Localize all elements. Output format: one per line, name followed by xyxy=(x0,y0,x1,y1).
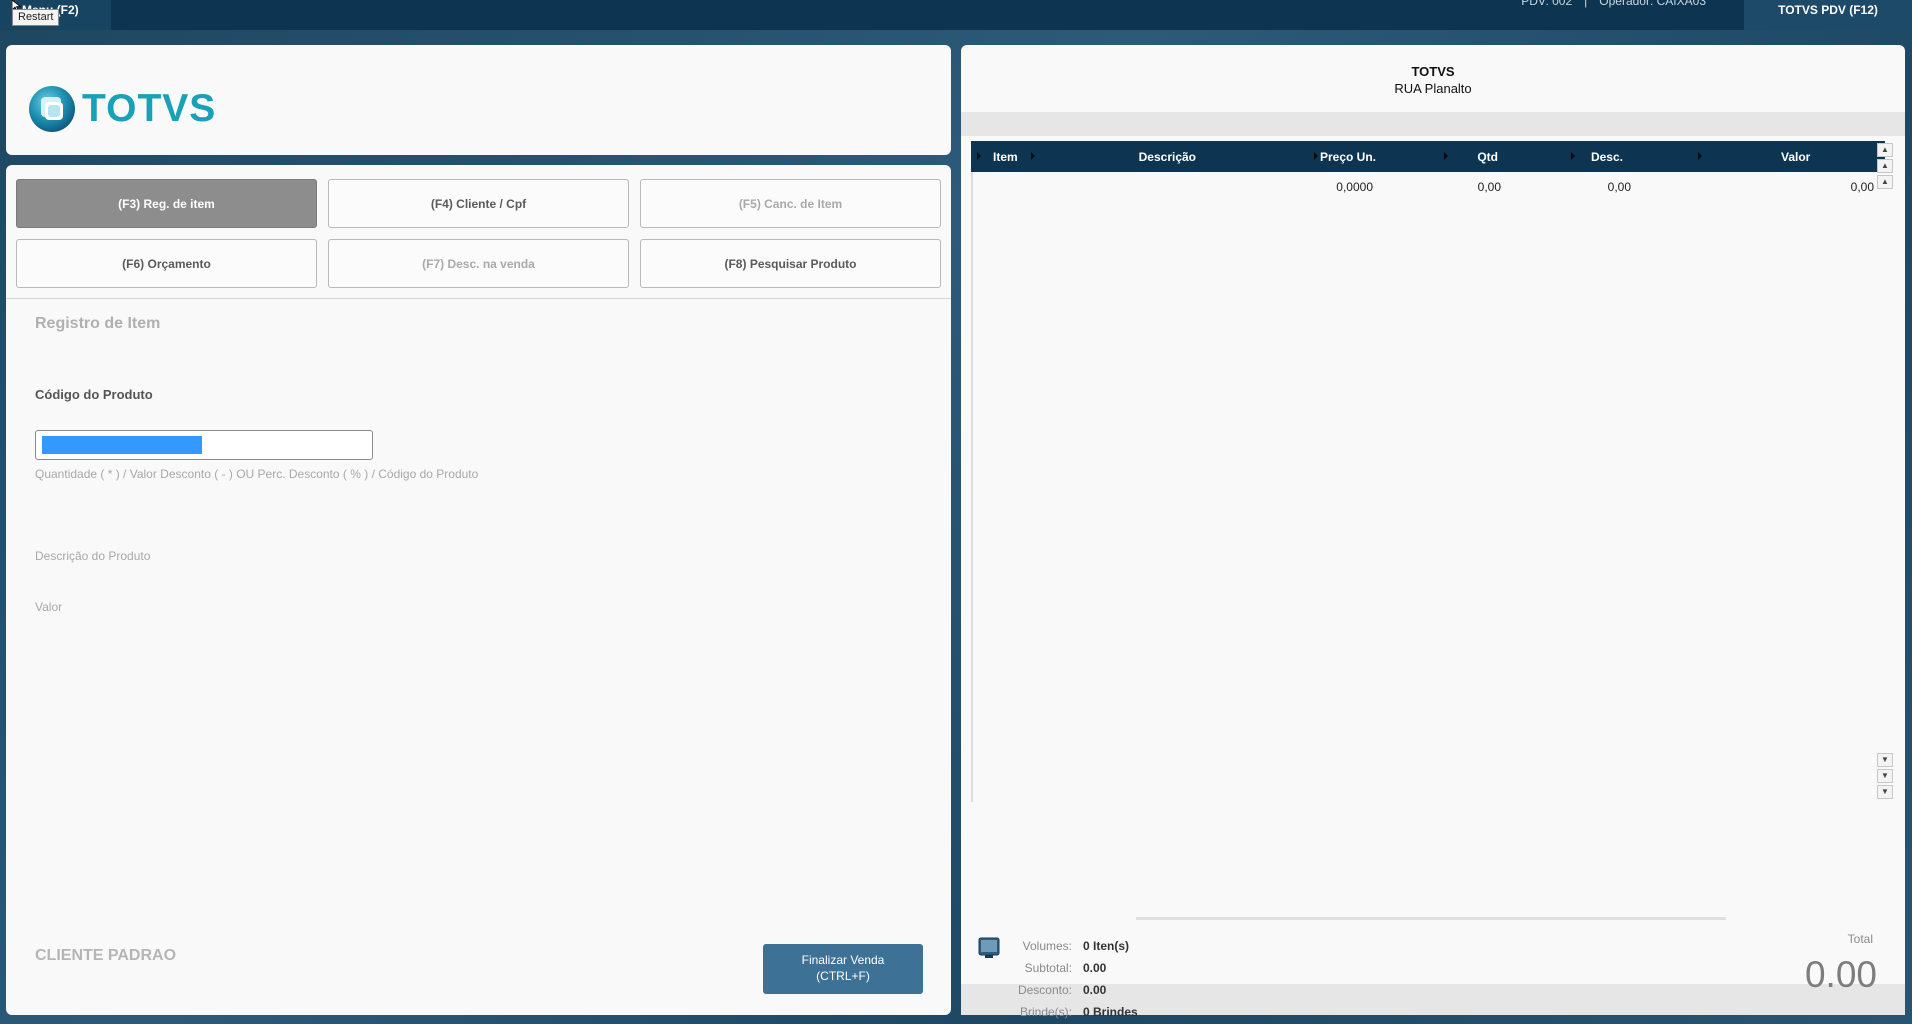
col-arrow-icon xyxy=(977,152,981,160)
pdv-number: PDV: 002 xyxy=(1521,0,1573,8)
desconto-label: Desconto: xyxy=(1017,983,1072,997)
cliente-cpf-button[interactable]: (F4) Cliente / Cpf xyxy=(328,179,629,228)
store-name: TOTVS xyxy=(1411,64,1455,79)
divider xyxy=(6,298,951,299)
scroll-down-icon[interactable]: ▼ xyxy=(1877,753,1893,767)
store-address: RUA Planalto xyxy=(1394,81,1472,96)
desc-venda-button[interactable]: (F7) Desc. na venda xyxy=(328,239,629,288)
volumes-value: 0 Iten(s) xyxy=(1083,939,1130,953)
brindes-value: 0 Brindes xyxy=(1083,1005,1138,1019)
col-desc[interactable]: Desc. xyxy=(1561,150,1623,164)
receipt-band xyxy=(961,112,1905,136)
col-item[interactable]: Item xyxy=(993,150,1018,164)
col-preco[interactable]: Preço Un. xyxy=(1276,150,1376,164)
cell-qtd: 0,00 xyxy=(1477,180,1501,194)
desconto-value: 0.00 xyxy=(1083,983,1107,997)
reg-item-button[interactable]: (F3) Reg. de item xyxy=(16,179,317,228)
operator-name: Operador: CAIXA03 xyxy=(1599,0,1706,8)
section-title: Registro de Item xyxy=(35,315,161,332)
orcamento-button[interactable]: (F6) Orçamento xyxy=(16,239,317,288)
total-label: Total xyxy=(1847,932,1873,946)
col-arrow-icon xyxy=(1698,152,1702,160)
sale-summary: Volumes: 0 Iten(s) Subtotal: 0.00 Descon… xyxy=(961,925,1905,1019)
grid-left-border xyxy=(971,172,973,802)
volumes-label: Volumes: xyxy=(1022,939,1072,953)
text-selection-highlight xyxy=(42,436,202,454)
logo-text: TOTVS xyxy=(82,87,217,130)
product-code-label: Código do Produto xyxy=(35,387,153,402)
totvs-logo-icon xyxy=(29,86,75,132)
item-registration-panel: (F3) Reg. de item (F4) Cliente / Cpf (F5… xyxy=(6,165,951,1015)
scroll-up-icon[interactable]: ▲ xyxy=(1877,175,1893,189)
pdv-title-button[interactable]: TOTVS PDV (F12) xyxy=(1744,0,1912,30)
logo-panel: TOTVS xyxy=(6,45,951,155)
finalizar-label: Finalizar Venda xyxy=(801,953,885,967)
cell-desc: 0,00 xyxy=(1607,180,1631,194)
finalizar-shortcut: (CTRL+F) xyxy=(816,969,870,983)
product-code-input[interactable] xyxy=(35,430,373,460)
monitor-icon xyxy=(978,937,1000,958)
col-valor[interactable]: Valor xyxy=(1781,150,1810,164)
scroll-page-down-icon[interactable]: ▼ xyxy=(1877,769,1893,783)
cancel-item-button[interactable]: (F5) Canc. de Item xyxy=(640,179,941,228)
finalizar-venda-button[interactable]: Finalizar Venda (CTRL+F) xyxy=(763,944,923,994)
total-value: 0.00 xyxy=(1804,954,1877,995)
customer-name: CLIENTE PADRAO xyxy=(35,947,177,964)
cell-preco: 0,0000 xyxy=(1336,180,1373,194)
restart-tooltip: Restart xyxy=(12,9,60,26)
scroll-page-up-icon[interactable]: ▲ xyxy=(1877,159,1893,173)
pdv-info: PDV: 002 | Operador: CAIXA03 xyxy=(1515,0,1712,8)
brindes-label: Brinde(s): xyxy=(1019,1005,1072,1019)
product-description-label: Descrição do Produto xyxy=(35,549,151,563)
top-bar: Menu (F2) Restart PDV: 002|Operador: CAI… xyxy=(0,0,1912,30)
subtotal-label: Subtotal: xyxy=(1024,961,1072,975)
product-code-hint: Quantidade ( * ) / Valor Desconto ( - ) … xyxy=(35,467,479,481)
col-descricao[interactable]: Descrição xyxy=(1106,150,1196,164)
pesquisar-produto-button[interactable]: (F8) Pesquisar Produto xyxy=(640,239,941,288)
pdv-separator: | xyxy=(1584,0,1588,8)
items-grid-header: Item Descrição Preço Un. Qtd Desc. Valor xyxy=(971,141,1885,172)
scroll-top-icon[interactable]: ▲ xyxy=(1877,143,1893,157)
cell-valor: 0,00 xyxy=(1850,180,1874,194)
subtotal-value: 0.00 xyxy=(1083,961,1107,975)
horizontal-scrollbar[interactable] xyxy=(1136,917,1726,920)
scroll-bottom-icon[interactable]: ▼ xyxy=(1877,785,1893,799)
grid-scrollbar[interactable]: ▲ ▲ ▲ ▼ ▼ ▼ xyxy=(1877,141,1895,803)
col-qtd[interactable]: Qtd xyxy=(1441,150,1498,164)
product-value-label: Valor xyxy=(35,600,63,614)
sale-receipt-panel: TOTVS RUA Planalto Item Descrição Preço … xyxy=(961,45,1905,1019)
col-arrow-icon xyxy=(1031,152,1035,160)
totvs-logo: TOTVS xyxy=(28,85,216,133)
